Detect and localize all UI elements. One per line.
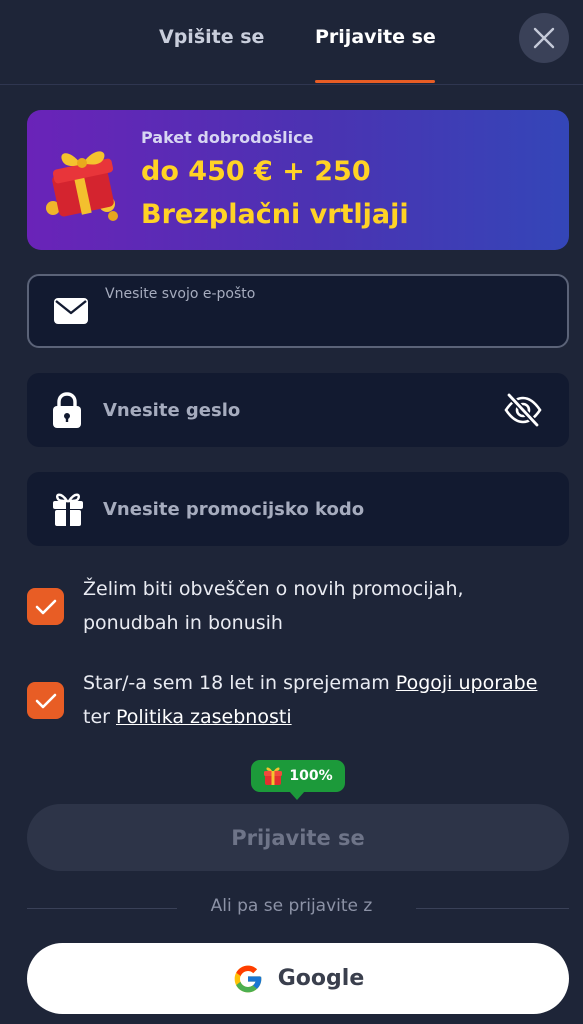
gift-box-icon [46, 151, 118, 221]
privacy-policy-link[interactable]: Politika zasebnosti [116, 706, 292, 728]
divider-line [416, 908, 569, 909]
top-bar: Vpišite se Prijavite se [0, 0, 583, 85]
email-field-label: Vnesite svojo e-pošto [105, 286, 256, 302]
email-input[interactable] [105, 308, 535, 336]
active-tab-indicator [315, 80, 435, 83]
close-icon [533, 27, 555, 49]
checkmark-icon [35, 599, 56, 614]
promo-code-input[interactable] [103, 495, 533, 523]
gift-icon [264, 767, 283, 785]
terms-consent-checkbox[interactable] [27, 682, 64, 719]
email-field[interactable]: Vnesite svojo e-pošto [27, 274, 569, 348]
terms-middle-text: ter [83, 706, 116, 728]
bonus-badge: 100% [251, 760, 345, 800]
google-icon [234, 965, 262, 992]
banner-bonus-amount: do 450 € + 250 [141, 156, 371, 187]
bonus-badge-value: 100% [289, 768, 333, 784]
checkmark-icon [35, 693, 56, 708]
password-field[interactable] [27, 373, 569, 447]
banner-subtitle: Paket dobrodošlice [141, 128, 314, 147]
banner-free-spins: Brezplačni vrtljaji [141, 199, 409, 230]
promo-consent-text: Želim biti obveščen o novih promocijah, … [83, 578, 464, 634]
promo-consent-checkbox[interactable] [27, 588, 64, 625]
promo-code-field[interactable] [27, 472, 569, 546]
google-login-button[interactable]: Google [27, 943, 569, 1014]
password-input[interactable] [103, 396, 533, 424]
terms-of-use-link[interactable]: Pogoji uporabe [396, 672, 538, 694]
terms-consent-text: Star/-a sem 18 let in sprejemam Pogoji u… [83, 666, 553, 734]
welcome-bonus-banner: Paket dobrodošlice do 450 € + 250 Brezpl… [27, 110, 569, 250]
gift-icon [53, 493, 83, 526]
lock-icon [53, 392, 81, 428]
google-button-label: Google [277, 966, 365, 991]
login-submit-button[interactable]: Prijavite se [27, 804, 569, 871]
close-button[interactable] [519, 13, 569, 63]
divider-text: Ali pa se prijavite z [210, 896, 373, 916]
terms-prefix-text: Star/-a sem 18 let in sprejemam [83, 672, 396, 694]
envelope-icon [54, 298, 88, 324]
tab-register[interactable]: Vpišite se [159, 22, 264, 52]
tab-login[interactable]: Prijavite se [315, 22, 436, 52]
eye-off-icon[interactable] [503, 390, 543, 430]
